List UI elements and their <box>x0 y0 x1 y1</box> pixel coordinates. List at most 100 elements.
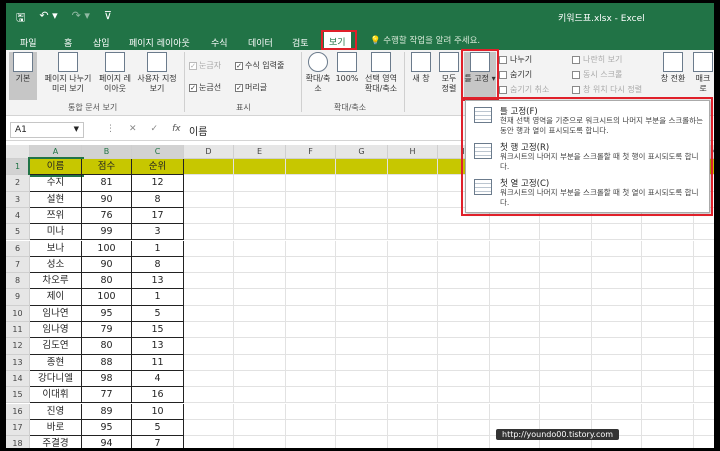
row-header[interactable]: 7 <box>6 256 30 274</box>
cell[interactable] <box>694 224 714 241</box>
row-header[interactable]: 17 <box>6 419 30 437</box>
cell[interactable] <box>336 175 388 192</box>
cell[interactable] <box>388 191 438 208</box>
cell[interactable] <box>388 273 438 290</box>
cell[interactable] <box>438 322 490 339</box>
cell[interactable]: 주결경 <box>30 436 82 448</box>
cell[interactable] <box>336 289 388 306</box>
cell[interactable] <box>234 419 286 437</box>
cell[interactable] <box>540 273 592 290</box>
row-header[interactable]: 8 <box>6 273 30 290</box>
row-header[interactable]: 2 <box>6 175 30 192</box>
cell[interactable] <box>184 419 234 437</box>
reset-position-button[interactable]: 창 위치 다시 정렬 <box>572 84 642 95</box>
cell[interactable]: 임나연 <box>30 305 82 322</box>
cell[interactable] <box>592 370 642 388</box>
cell[interactable] <box>286 273 336 290</box>
cell[interactable]: 종현 <box>30 354 82 371</box>
cell[interactable] <box>388 419 438 437</box>
cell[interactable] <box>286 403 336 420</box>
customize-icon[interactable]: ⊽ <box>104 9 112 28</box>
cell[interactable] <box>234 387 286 404</box>
zoom-button[interactable]: 확대/축소 <box>304 52 332 100</box>
cell[interactable] <box>184 224 234 241</box>
cell[interactable] <box>592 387 642 404</box>
cell[interactable]: 1 <box>132 240 184 257</box>
cell[interactable]: 81 <box>82 175 132 192</box>
cell[interactable] <box>540 322 592 339</box>
cell[interactable] <box>388 305 438 322</box>
macros-button[interactable]: 매크로 <box>692 52 714 100</box>
tab-data[interactable]: 데이터 <box>244 34 277 50</box>
cell[interactable] <box>184 354 234 371</box>
cell[interactable]: 진영 <box>30 403 82 420</box>
cell[interactable] <box>388 224 438 241</box>
custom-views-button[interactable]: 사용자 지정 보기 <box>134 52 180 100</box>
cell[interactable] <box>388 436 438 448</box>
enter-icon[interactable]: ✓ <box>151 124 159 134</box>
cell[interactable] <box>694 273 714 290</box>
row-header[interactable]: 3 <box>6 191 30 208</box>
sync-scroll-button[interactable]: 동시 스크롤 <box>572 69 622 80</box>
cell[interactable] <box>490 240 540 257</box>
page-break-preview-button[interactable]: 페이지 나누기 미리 보기 <box>40 52 96 100</box>
column-header-b[interactable]: B <box>82 145 132 159</box>
row-header[interactable]: 6 <box>6 240 30 257</box>
row-header[interactable]: 9 <box>6 289 30 306</box>
cell[interactable] <box>490 289 540 306</box>
cell[interactable] <box>694 306 714 322</box>
cell[interactable]: 15 <box>132 322 184 339</box>
cell[interactable] <box>234 436 286 448</box>
cell[interactable]: 3 <box>132 224 184 241</box>
cell[interactable] <box>592 224 642 241</box>
menu-item-freeze-panes[interactable]: 틀 고정(F) 현재 선택 영역을 기준으로 워크시트의 나머지 부분을 스크롤… <box>472 105 704 139</box>
undo-icon[interactable]: ↶ ▾ <box>39 9 57 28</box>
redo-icon[interactable]: ↷ ▾ <box>72 9 90 28</box>
cell[interactable] <box>336 240 388 257</box>
cell[interactable] <box>388 387 438 404</box>
column-header-h[interactable]: H <box>388 145 438 159</box>
cell[interactable]: 제이 <box>30 289 82 306</box>
cell[interactable]: 98 <box>82 370 132 388</box>
cell[interactable] <box>184 175 234 192</box>
tab-view[interactable]: 보기 <box>324 32 351 50</box>
cell[interactable] <box>642 273 694 290</box>
cell[interactable]: 12 <box>132 175 184 192</box>
cell[interactable]: 5 <box>132 305 184 322</box>
cell[interactable] <box>694 338 714 355</box>
cell[interactable]: 94 <box>82 436 132 448</box>
cell[interactable] <box>184 387 234 404</box>
cell[interactable] <box>286 191 336 208</box>
cell[interactable] <box>234 224 286 241</box>
cell[interactable]: 76 <box>82 207 132 225</box>
cell[interactable]: 7 <box>132 436 184 448</box>
cell[interactable] <box>336 338 388 355</box>
column-header-g[interactable]: G <box>336 145 388 159</box>
cell[interactable]: 성소 <box>30 256 82 274</box>
cell[interactable] <box>286 256 336 274</box>
cell[interactable] <box>388 256 438 274</box>
cell[interactable] <box>336 436 388 448</box>
column-header-a[interactable]: A <box>30 145 82 159</box>
cell[interactable]: 99 <box>82 224 132 241</box>
row-header[interactable]: 16 <box>6 403 30 420</box>
cell[interactable] <box>642 387 694 404</box>
row-header[interactable]: 15 <box>6 387 30 404</box>
cell[interactable] <box>286 240 336 257</box>
cell[interactable]: 바로 <box>30 419 82 437</box>
tab-file[interactable]: 파일 <box>16 34 41 50</box>
switch-windows-button[interactable]: 창 전환 <box>658 52 688 100</box>
cell[interactable] <box>642 354 694 371</box>
cell[interactable] <box>286 159 336 176</box>
cell[interactable] <box>694 257 714 274</box>
column-header-f[interactable]: F <box>286 145 336 159</box>
cell[interactable] <box>642 305 694 322</box>
cell[interactable] <box>336 305 388 322</box>
cell[interactable] <box>490 273 540 290</box>
cell[interactable] <box>286 305 336 322</box>
cell[interactable] <box>438 273 490 290</box>
cell[interactable] <box>438 240 490 257</box>
side-by-side-button[interactable]: 나란히 보기 <box>572 54 622 65</box>
cell[interactable] <box>438 436 490 448</box>
cell[interactable] <box>540 403 592 420</box>
